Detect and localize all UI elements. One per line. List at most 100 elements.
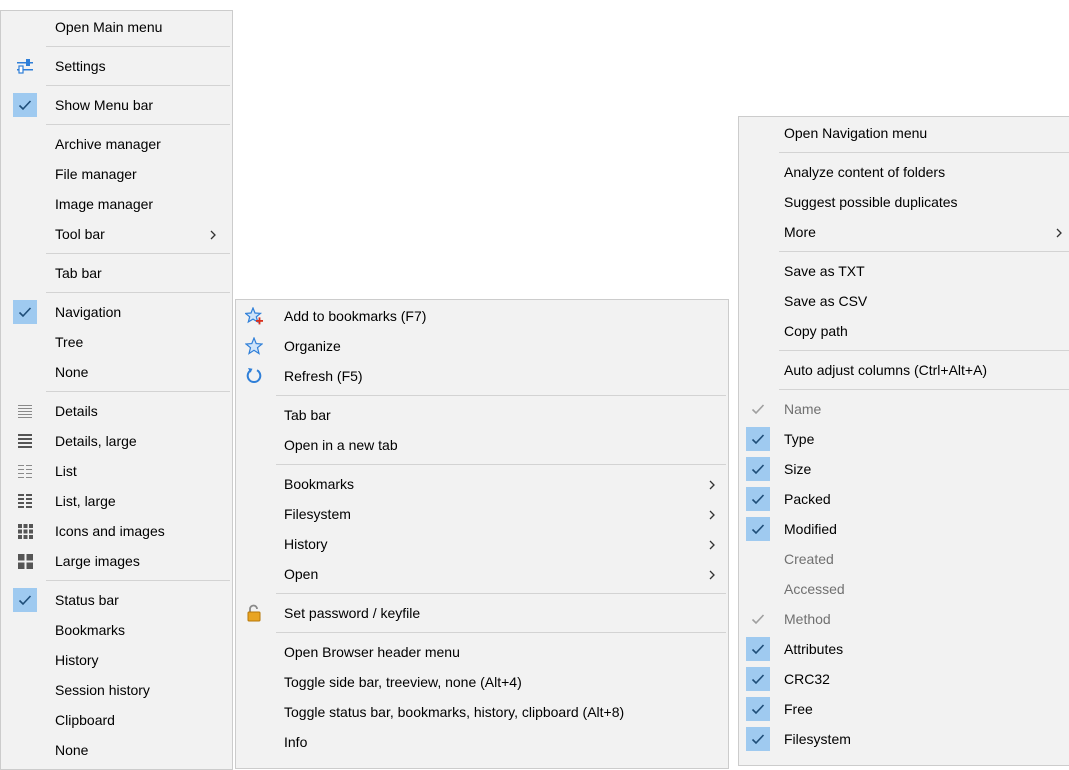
browser-menu-item-open[interactable]: Open [236, 559, 728, 589]
menu-item-label: Toggle status bar, bookmarks, history, c… [284, 704, 625, 720]
main-menu-item-status-bar[interactable]: Status bar [1, 585, 232, 615]
menu-item-label: History [55, 652, 99, 668]
large-images-view-icon [13, 549, 37, 573]
main-menu-item-list-large[interactable]: List, large [1, 486, 232, 516]
navigation-menu-item-packed[interactable]: Packed [739, 484, 1069, 514]
main-menu-item-details-large[interactable]: Details, large [1, 426, 232, 456]
menu-item-label: Bookmarks [284, 476, 355, 492]
menu-separator [779, 389, 1069, 390]
navigation-menu-item-method[interactable]: Method [739, 604, 1069, 634]
menu-item-label: File manager [55, 166, 137, 182]
main-menu-item-large-images[interactable]: Large images [1, 546, 232, 576]
main-menu-item-open-main-menu[interactable]: Open Main menu [1, 12, 232, 42]
checkmark-icon [746, 727, 770, 751]
menu-item-label: Attributes [784, 641, 844, 657]
menu-item-label: Add to bookmarks (F7) [284, 308, 427, 324]
menu-item-label: Bookmarks [55, 622, 126, 638]
navigation-menu-item-free[interactable]: Free [739, 694, 1069, 724]
navigation-menu-item-analyze-content-of-folders[interactable]: Analyze content of folders [739, 157, 1069, 187]
main-menu-item-navigation[interactable]: Navigation [1, 297, 232, 327]
menu-item-label: History [284, 536, 328, 552]
main-menu-item-icons-and-images[interactable]: Icons and images [1, 516, 232, 546]
navigation-menu-item-modified[interactable]: Modified [739, 514, 1069, 544]
browser-menu-item-toggle-status-bar-bookmarks-history-clipboard-alt-8[interactable]: Toggle status bar, bookmarks, history, c… [236, 697, 728, 727]
main-menu-item-archive-manager[interactable]: Archive manager [1, 129, 232, 159]
browser-menu-items: Add to bookmarks (F7) Organize Refresh (F5… [236, 300, 728, 757]
main-menu-item-none[interactable]: None [1, 357, 232, 387]
navigation-menu-item-more[interactable]: More [739, 217, 1069, 247]
menu-item-label: Filesystem [784, 731, 851, 747]
navigation-menu-item-attributes[interactable]: Attributes [739, 634, 1069, 664]
main-menu-item-file-manager[interactable]: File manager [1, 159, 232, 189]
menu-item-label: Open Browser header menu [284, 644, 460, 660]
menu-separator [46, 253, 230, 254]
browser-menu-item-open-in-a-new-tab[interactable]: Open in a new tab [236, 430, 728, 460]
navigation-menu-item-save-as-csv[interactable]: Save as CSV [739, 286, 1069, 316]
menu-item-label: Settings [55, 58, 106, 74]
menu-item-label: Filesystem [284, 506, 351, 522]
navigation-menu-item-copy-path[interactable]: Copy path [739, 316, 1069, 346]
settings-sliders-icon [13, 54, 37, 78]
checkmark-icon [746, 457, 770, 481]
menu-item-label: Name [784, 401, 822, 417]
navigation-menu-item-auto-adjust-columns-ctrl-alt-a[interactable]: Auto adjust columns (Ctrl+Alt+A) [739, 355, 1069, 385]
browser-menu-item-open-browser-header-menu[interactable]: Open Browser header menu [236, 637, 728, 667]
menu-item-label: Tab bar [284, 407, 331, 423]
checkmark-icon [746, 397, 770, 421]
main-menu-item-tab-bar[interactable]: Tab bar [1, 258, 232, 288]
menu-item-label: Image manager [55, 196, 154, 212]
menu-item-label: Accessed [784, 581, 845, 597]
menu-item-label: CRC32 [784, 671, 830, 687]
browser-menu-item-history[interactable]: History [236, 529, 728, 559]
main-menu-item-show-menu-bar[interactable]: Show Menu bar [1, 90, 232, 120]
main-menu-item-history[interactable]: History [1, 645, 232, 675]
navigation-menu-item-size[interactable]: Size [739, 454, 1069, 484]
menu-item-label: Save as TXT [784, 263, 865, 279]
main-menu-item-settings[interactable]: Settings [1, 51, 232, 81]
navigation-menu-item-created[interactable]: Created [739, 544, 1069, 574]
navigation-menu-item-crc32[interactable]: CRC32 [739, 664, 1069, 694]
navigation-menu-item-filesystem[interactable]: Filesystem [739, 724, 1069, 754]
menu-separator [779, 251, 1069, 252]
main-menu-item-tool-bar[interactable]: Tool bar [1, 219, 232, 249]
browser-menu-item-bookmarks[interactable]: Bookmarks [236, 469, 728, 499]
navigation-menu-item-open-navigation-menu[interactable]: Open Navigation menu [739, 118, 1069, 148]
menu-item-label: Type [784, 431, 815, 447]
checkmark-icon [746, 697, 770, 721]
checkmark-icon [746, 427, 770, 451]
browser-menu-item-filesystem[interactable]: Filesystem [236, 499, 728, 529]
main-menu-item-tree[interactable]: Tree [1, 327, 232, 357]
menu-item-label: Open Navigation menu [784, 125, 928, 141]
browser-menu-item-tab-bar[interactable]: Tab bar [236, 400, 728, 430]
menu-separator [46, 85, 230, 86]
navigation-menu-item-suggest-possible-duplicates[interactable]: Suggest possible duplicates [739, 187, 1069, 217]
main-menu-item-list[interactable]: List [1, 456, 232, 486]
browser-menu-item-info[interactable]: Info [236, 727, 728, 757]
browser-menu-item-organize[interactable]: Organize [236, 331, 728, 361]
browser-menu-item-refresh-f5[interactable]: Refresh (F5) [236, 361, 728, 391]
menu-item-label: Organize [284, 338, 341, 354]
navigation-menu-item-name[interactable]: Name [739, 394, 1069, 424]
menu-item-label: List, large [55, 493, 116, 509]
main-menu-item-details[interactable]: Details [1, 396, 232, 426]
main-menu-item-none[interactable]: None [1, 735, 232, 765]
navigation-menu-item-save-as-txt[interactable]: Save as TXT [739, 256, 1069, 286]
main-menu-item-session-history[interactable]: Session history [1, 675, 232, 705]
menu-item-label: None [55, 742, 89, 758]
menu-item-label: Icons and images [55, 523, 165, 539]
menu-item-label: Tab bar [55, 265, 102, 281]
main-menu-item-clipboard[interactable]: Clipboard [1, 705, 232, 735]
navigation-menu-item-accessed[interactable]: Accessed [739, 574, 1069, 604]
browser-menu-item-add-to-bookmarks-f7[interactable]: Add to bookmarks (F7) [236, 301, 728, 331]
main-menu-item-image-manager[interactable]: Image manager [1, 189, 232, 219]
browser-menu-item-set-password-keyfile[interactable]: Set password / keyfile [236, 598, 728, 628]
checkmark-icon [746, 487, 770, 511]
chevron-right-icon [1051, 217, 1067, 247]
menu-item-label: Navigation [55, 304, 122, 320]
menu-item-label: Set password / keyfile [284, 605, 421, 621]
browser-menu-item-toggle-side-bar-treeview-none-alt-4[interactable]: Toggle side bar, treeview, none (Alt+4) [236, 667, 728, 697]
checkmark-icon [746, 667, 770, 691]
menu-item-label: Packed [784, 491, 831, 507]
main-menu-item-bookmarks[interactable]: Bookmarks [1, 615, 232, 645]
navigation-menu-item-type[interactable]: Type [739, 424, 1069, 454]
